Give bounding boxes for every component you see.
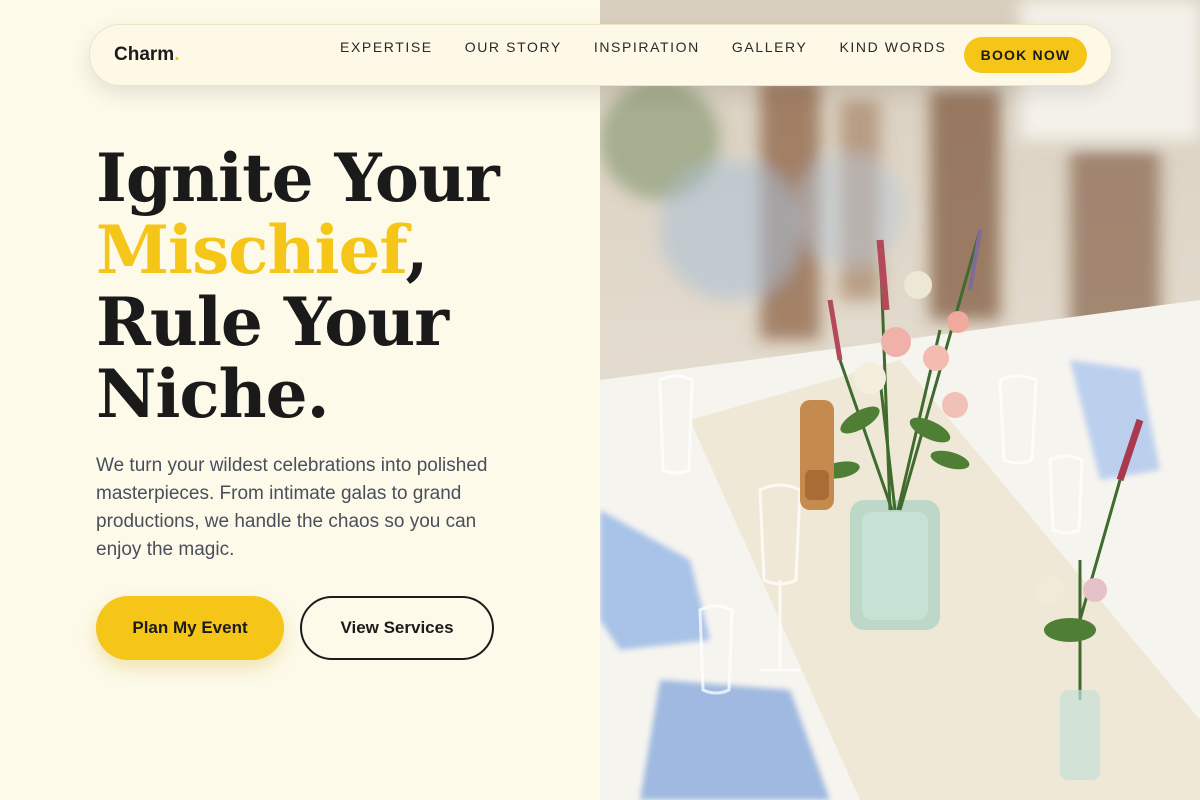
nav-links: EXPERTISE OUR STORY INSPIRATION GALLERY …: [340, 39, 978, 55]
nav-link-expertise[interactable]: EXPERTISE: [340, 39, 433, 55]
headline-accent: Mischief: [96, 211, 406, 289]
top-navbar: Charm. EXPERTISE OUR STORY INSPIRATION G…: [89, 24, 1112, 86]
brand-name: Charm: [114, 44, 175, 65]
headline-comma: ,: [405, 211, 428, 289]
brand-dot: .: [174, 44, 180, 65]
plan-my-event-button[interactable]: Plan My Event: [96, 596, 284, 660]
headline-line-3: Rule Your: [96, 283, 449, 361]
view-services-button[interactable]: View Services: [300, 596, 494, 660]
hero-headline: Ignite Your Mischief, Rule Your Niche.: [96, 142, 576, 430]
nav-link-gallery[interactable]: GALLERY: [732, 39, 808, 55]
headline-line-4: Niche.: [96, 355, 330, 433]
nav-link-our-story[interactable]: OUR STORY: [465, 39, 562, 55]
hero-photo: [600, 0, 1200, 800]
nav-link-inspiration[interactable]: INSPIRATION: [594, 39, 700, 55]
headline-line-1: Ignite Your: [96, 139, 500, 217]
brand-logo[interactable]: Charm.: [114, 44, 179, 66]
nav-link-kind-words[interactable]: KIND WORDS: [839, 39, 946, 55]
hero-description: We turn your wildest celebrations into p…: [96, 455, 488, 560]
book-now-button[interactable]: BOOK NOW: [964, 37, 1087, 73]
